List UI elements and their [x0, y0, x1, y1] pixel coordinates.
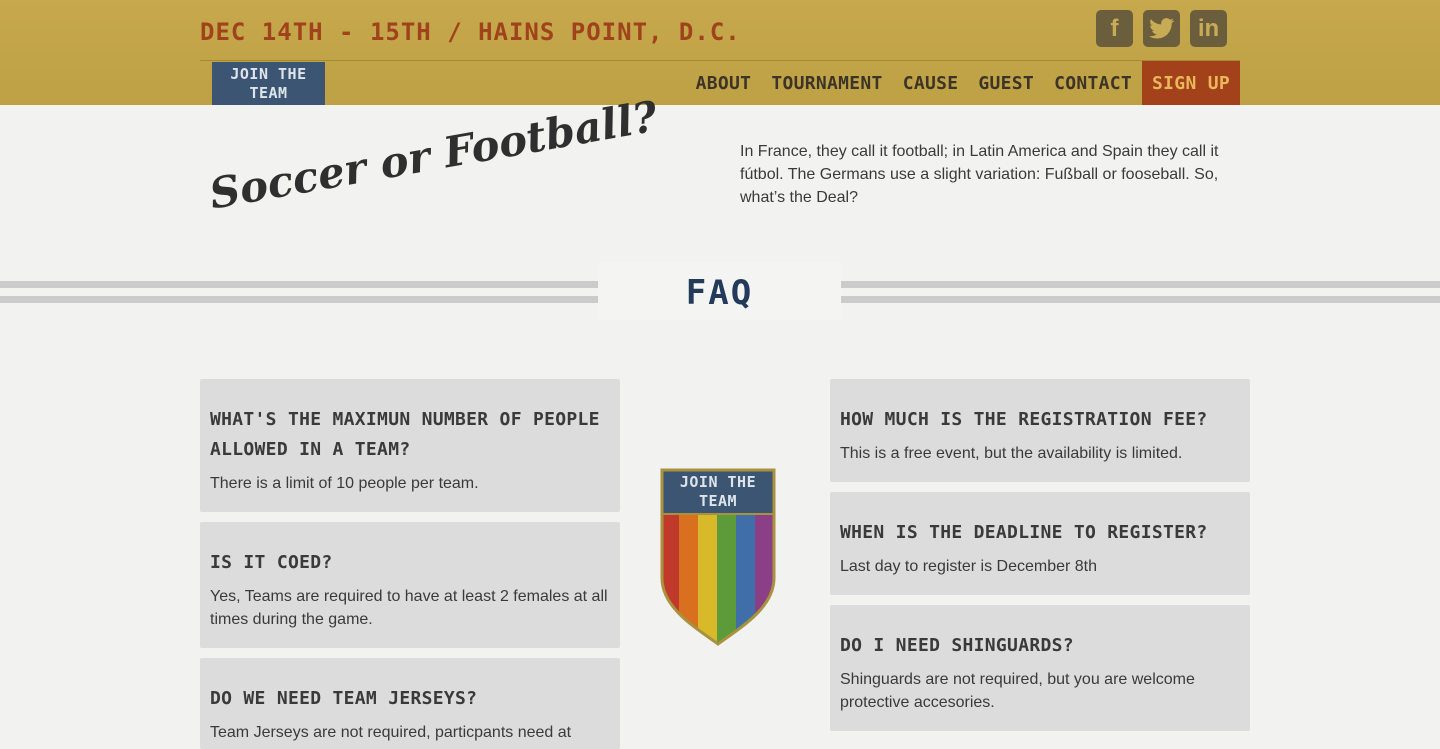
site-header: DEC 14TH - 15TH / HAINS POINT, D.C. f in… — [0, 0, 1440, 105]
faq-answer: Shinguards are not required, but you are… — [840, 671, 1195, 711]
faq-divider-right — [841, 281, 1440, 303]
shield-label: JOIN THE TEAM — [660, 468, 776, 514]
faq-question: HOW MUCH IS THE REGISTRATION FEE? — [840, 409, 1208, 430]
faq-card-fee: HOW MUCH IS THE REGISTRATION FEE? This i… — [830, 379, 1250, 482]
faq-card-shinguards: DO I NEED SHINGUARDS? Shinguards are not… — [830, 605, 1250, 731]
nav-guest[interactable]: GUEST — [968, 61, 1044, 105]
faq-divider-left — [0, 281, 598, 303]
main-nav: ABOUT TOURNAMENT CAUSE GUEST CONTACT SIG… — [686, 61, 1240, 105]
faq-card-deadline: WHEN IS THE DEADLINE TO REGISTER? Last d… — [830, 492, 1250, 595]
faq-card-max-team: WHAT'S THE MAXIMUN NUMBER OF PEOPLE ALLO… — [200, 379, 620, 512]
event-date-location: DEC 14TH - 15TH / HAINS POINT, D.C. — [200, 18, 741, 46]
faq-answer: There is a limit of 10 people per team. — [210, 475, 479, 492]
faq-question: DO WE NEED TEAM JERSEYS? — [210, 688, 478, 709]
faq-title: FAQ — [685, 273, 754, 313]
intro-title: Soccer or Football? — [205, 91, 662, 219]
faq-question: WHEN IS THE DEADLINE TO REGISTER? — [840, 522, 1208, 543]
nav-about[interactable]: ABOUT — [686, 61, 762, 105]
faq-card-coed: IS IT COED? Yes, Teams are required to h… — [200, 522, 620, 648]
join-the-team-logo[interactable]: JOIN THE TEAM — [212, 62, 325, 105]
faq-answer: This is a free event, but the availabili… — [840, 445, 1183, 462]
faq-question: WHAT'S THE MAXIMUN NUMBER OF PEOPLE ALLO… — [210, 409, 600, 460]
faq-answer: Yes, Teams are required to have at least… — [210, 588, 608, 628]
faq-card-jerseys: DO WE NEED TEAM JERSEYS? Team Jerseys ar… — [200, 658, 620, 749]
twitter-icon[interactable] — [1143, 10, 1180, 47]
logo-line-2: TEAM — [249, 84, 288, 102]
twitter-bird-glyph — [1148, 17, 1174, 38]
faq-question: DO I NEED SHINGUARDS? — [840, 635, 1074, 656]
shield-line-1: JOIN THE — [679, 473, 757, 491]
nav-contact[interactable]: CONTACT — [1044, 61, 1142, 105]
faq-question: IS IT COED? — [210, 552, 333, 573]
linkedin-icon[interactable]: in — [1190, 10, 1227, 47]
faq-answer: Team Jerseys are not required, particpan… — [210, 724, 572, 741]
social-links: f in — [1096, 10, 1227, 47]
faq-heading: FAQ — [598, 262, 841, 320]
nav-cause[interactable]: CAUSE — [893, 61, 969, 105]
nav-tournament[interactable]: TOURNAMENT — [761, 61, 892, 105]
join-the-team-shield: JOIN THE TEAM — [660, 468, 776, 646]
faq-answer: Last day to register is December 8th — [840, 558, 1098, 575]
sign-up-button[interactable]: SIGN UP — [1142, 61, 1240, 105]
facebook-icon[interactable]: f — [1096, 10, 1133, 47]
shield-line-2: TEAM — [698, 492, 738, 510]
intro-text: In France, they call it football; in Lat… — [740, 143, 1219, 206]
logo-line-1: JOIN THE — [230, 65, 307, 83]
